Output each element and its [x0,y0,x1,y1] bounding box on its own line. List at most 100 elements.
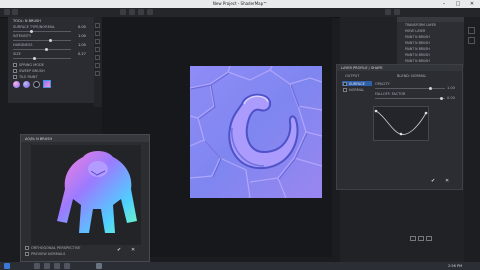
taskbar-app-icon[interactable] [44,263,50,269]
layer-profile-title: LAYER PROFILE / SHAPE [341,66,383,70]
layer-item[interactable]: MOVE LAYER [405,29,425,33]
param-value[interactable]: 1.00 [78,34,86,38]
brush-swatch[interactable] [13,81,20,88]
falloff-curve-editor[interactable] [373,106,429,141]
output-label: OUTPUT [345,74,360,78]
output-option: SURFACE [349,82,365,86]
slider-knob[interactable] [45,47,48,51]
layers-panel: TRANSFORM LAYER MOVE LAYER PAINT N BRUSH… [397,17,464,67]
brush-icon[interactable] [95,23,100,28]
param-label: OPACITY [375,82,390,86]
slider-knob[interactable] [429,86,432,90]
ao-panel-title: AO/N: N BRUSH [25,136,53,141]
falloff-slider[interactable] [375,96,445,100]
hardness-slider[interactable] [13,47,71,51]
param-value[interactable]: 0.00 [447,96,455,100]
preview-normals-checkbox[interactable] [25,252,29,256]
window-title: New Project - ShaderMap™ [212,1,268,6]
param-value[interactable]: 0.00 [78,25,86,29]
fill-icon[interactable] [95,55,100,60]
taskbar: 2:56 PM [0,262,480,270]
normal-map-canvas[interactable] [190,66,322,198]
taskbar-app-icon[interactable] [64,263,70,269]
tool-column [94,17,102,107]
brush-swatch-selected[interactable] [43,80,51,88]
surface-slider[interactable] [13,29,71,33]
stamp-icon[interactable] [95,47,100,52]
settings-icon[interactable] [468,37,475,44]
layer-item[interactable]: PAINT N BRUSH [405,59,430,63]
brush-swatch[interactable] [23,81,30,88]
layer-item[interactable]: PAINT N BRUSH [405,41,430,45]
taskbar-app-icon[interactable] [54,263,60,269]
clock: 2:56 PM [448,264,463,268]
light-icon[interactable] [418,236,424,241]
curve-point[interactable] [399,132,403,136]
param-value[interactable]: 0.27 [78,52,86,56]
taskbar-app-icon[interactable] [34,263,40,269]
layer-item[interactable]: PAINT N BRUSH [405,53,430,57]
slider-knob[interactable] [49,38,52,42]
output-option: NORMAL [349,88,365,92]
move-tool-icon[interactable] [138,9,144,15]
close-button[interactable]: ✕ [465,0,479,8]
option-label: SWEEP BRUSH [19,69,45,73]
param-label: SIZE [13,52,21,56]
pen-icon[interactable] [12,9,18,15]
curve-point[interactable] [424,111,428,115]
shape-icon[interactable] [95,71,100,76]
brush-swatch[interactable] [33,81,40,88]
right-dock [464,17,480,262]
tool-settings-panel: TOOL: N BRUSH SURFACE TYPE/NORMAL 0.00 I… [8,17,95,103]
option-label: TILE PAINT [19,75,38,79]
slider-knob[interactable] [30,29,33,33]
slider-knob[interactable] [33,56,36,60]
ok-button[interactable]: ✔ [117,247,121,253]
blend-mode-select[interactable]: BLEND: NORMAL [397,74,426,78]
normal-checkbox[interactable] [343,88,347,92]
tile-paint-checkbox[interactable] [13,75,17,79]
menu-icon[interactable] [4,9,10,15]
option-label: PREVIEW NORMALS [31,252,66,256]
smudge-icon[interactable] [95,31,100,36]
layer-item[interactable]: PAINT N BRUSH [405,35,430,39]
param-value[interactable]: 1.00 [447,86,455,90]
orthogonal-checkbox[interactable] [25,246,29,250]
view-icon[interactable] [394,9,400,15]
blur-icon[interactable] [95,39,100,44]
slider-knob[interactable] [440,96,443,100]
start-icon[interactable] [4,263,10,269]
maximize-button[interactable]: □ [451,0,465,8]
param-label: SURFACE TYPE/NORMAL [13,25,55,29]
surface-checkbox[interactable] [343,81,347,86]
cancel-button[interactable]: ✕ [131,247,135,253]
option-label: ORTHOGONAL PERSPECTIVE [31,246,81,250]
ok-button[interactable]: ✔ [431,178,435,184]
camera-icon[interactable] [410,236,416,241]
cancel-button[interactable]: ✕ [445,178,449,184]
creature-model-preview[interactable] [53,147,143,239]
sweep-brush-checkbox[interactable] [13,69,17,73]
brush-tool-icon[interactable] [120,9,126,15]
param-label: INTENSITY [13,34,32,38]
curve-point[interactable] [374,109,378,113]
render-icon[interactable] [426,236,432,241]
option-label: SPRING MODE [19,63,44,67]
layer-item[interactable]: TRANSFORM LAYER [405,23,436,27]
size-slider[interactable] [13,56,71,60]
layers-header [397,17,464,22]
eraser-tool-icon[interactable] [129,9,135,15]
param-value[interactable]: 1.00 [78,43,86,47]
grid-icon[interactable] [385,9,391,15]
param-label: FALLOFF: FACTOR [375,92,406,96]
spring-mode-checkbox[interactable] [13,63,17,67]
title-bar: New Project - ShaderMap™ – □ ✕ [0,0,480,8]
layer-item[interactable]: PAINT N BRUSH [405,47,430,51]
select-tool-icon[interactable] [147,9,153,15]
minimize-button[interactable]: – [437,0,451,8]
intensity-slider[interactable] [13,38,71,42]
opacity-slider[interactable] [375,86,445,90]
taskbar-app-icon[interactable] [96,263,102,269]
eyedropper-icon[interactable] [95,63,100,68]
layers-icon[interactable] [468,27,475,34]
